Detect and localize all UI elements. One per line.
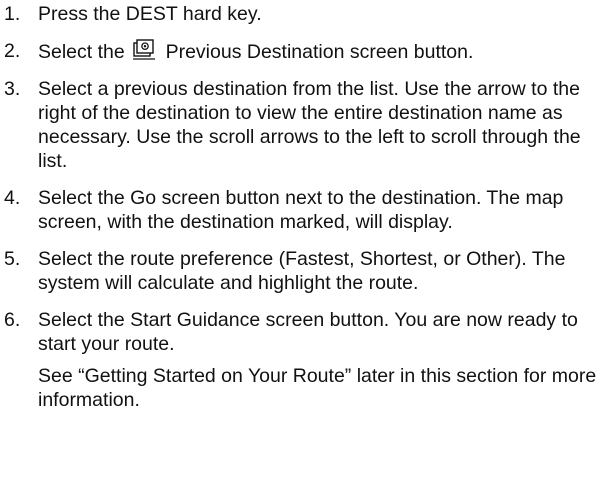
step-6: 6. Select the Start Guidance screen butt… (0, 308, 611, 356)
instruction-page: 1. Press the DEST hard key. 2. Select th… (0, 0, 611, 491)
steps-list: 1. Press the DEST hard key. 2. Select th… (0, 2, 611, 356)
step-number: 5. (4, 248, 21, 270)
step-text-before-icon: Select the (38, 41, 125, 63)
step-1: 1. Press the DEST hard key. (0, 2, 611, 26)
step-number: 2. (4, 40, 21, 62)
step-text-after-icon: Previous Destination screen button. (165, 41, 474, 63)
step-4: 4. Select the Go screen button next to t… (0, 186, 611, 234)
step-2: 2. Select the Previous Destination scree… (0, 39, 611, 64)
previous-destination-icon (132, 39, 156, 61)
step-text: Select the Previous Destination screen b… (38, 39, 611, 64)
step-text: Select the Go screen button next to the … (38, 187, 564, 233)
step-text: Press the DEST hard key. (38, 3, 262, 25)
step-number: 1. (4, 3, 21, 25)
step-text: Select the Start Guidance screen button.… (38, 309, 578, 355)
step-5: 5. Select the route preference (Fastest,… (0, 247, 611, 295)
step-text: Select a previous destination from the l… (38, 78, 581, 172)
step-text: Select the route preference (Fastest, Sh… (38, 248, 566, 294)
step-number: 3. (4, 78, 21, 100)
step-number: 6. (4, 309, 21, 331)
reference-note: See “Getting Started on Your Route” late… (38, 365, 597, 411)
step-3: 3. Select a previous destination from th… (0, 77, 611, 173)
step-number: 4. (4, 187, 21, 209)
